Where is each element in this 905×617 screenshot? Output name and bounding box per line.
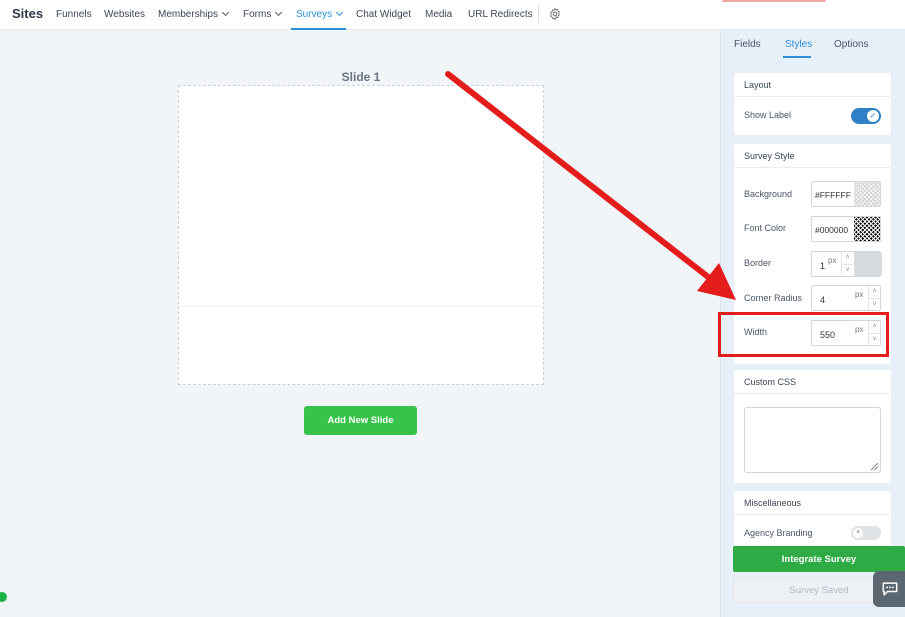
custom-css-heading: Custom CSS (744, 377, 797, 387)
background-color-value: #FFFFFF (815, 190, 851, 200)
border-field[interactable]: 1 px ˄ ˅ (811, 251, 882, 277)
agency-branding-toggle[interactable]: × (851, 526, 881, 540)
show-label-toggle[interactable]: ✓ (851, 108, 881, 124)
slide-divider (179, 306, 543, 307)
add-new-slide-button[interactable]: Add New Slide (304, 406, 417, 435)
check-icon: ✓ (867, 110, 879, 122)
border-value: 1 (820, 261, 826, 271)
nav-forms[interactable]: Forms (243, 8, 283, 20)
chat-icon (882, 582, 898, 596)
miscellaneous-heading: Miscellaneous (744, 498, 802, 508)
border-label: Border (744, 258, 772, 268)
custom-css-card: Custom CSS (734, 370, 891, 483)
chevron-down-icon (336, 8, 344, 17)
background-color-field[interactable]: #FFFFFF (811, 181, 881, 207)
nav-active-underline (291, 28, 346, 30)
nav-media[interactable]: Media (425, 9, 452, 20)
chevron-up-icon[interactable]: ˄ (869, 286, 880, 298)
nav-funnels[interactable]: Funnels (56, 9, 92, 20)
integrate-survey-button[interactable]: Integrate Survey (733, 546, 905, 572)
chevron-down-icon (275, 8, 283, 17)
chevron-down-icon (221, 8, 230, 17)
font-color-label: Font Color (744, 223, 787, 233)
status-dot-icon (0, 592, 7, 602)
width-highlight-box (718, 312, 889, 357)
corner-radius-unit: px (855, 290, 864, 299)
nav-surveys-label: Surveys (296, 9, 333, 20)
corner-radius-field[interactable]: 4 px ˄ ˅ (811, 285, 881, 311)
font-color-value: #000000 (815, 225, 849, 235)
agency-branding-label: Agency Branding (744, 528, 813, 538)
nav-surveys[interactable]: Surveys (296, 8, 344, 20)
close-icon: × (853, 528, 863, 538)
brand-title: Sites (12, 6, 44, 21)
top-nav: Sites Funnels Websites Memberships Forms… (0, 0, 905, 30)
tab-active-underline (783, 56, 811, 58)
border-color-swatch[interactable] (854, 252, 882, 276)
card-divider (734, 167, 891, 168)
chevron-down-icon[interactable]: ˅ (842, 264, 853, 276)
nav-divider (538, 5, 539, 23)
tab-options[interactable]: Options (834, 39, 868, 50)
chevron-up-icon[interactable]: ˄ (842, 252, 853, 264)
nav-chat-widget[interactable]: Chat Widget (356, 9, 411, 20)
slide-title: Slide 1 (341, 70, 381, 84)
slide-canvas[interactable] (178, 85, 544, 385)
nav-websites[interactable]: Websites (104, 9, 145, 20)
card-divider (734, 514, 891, 515)
nav-memberships-label: Memberships (158, 9, 219, 20)
font-color-field[interactable]: #000000 (811, 216, 881, 242)
border-stepper[interactable]: ˄ ˅ (841, 252, 853, 276)
miscellaneous-card: Miscellaneous Agency Branding × (734, 491, 891, 551)
corner-radius-label: Corner Radius (744, 293, 803, 303)
survey-style-heading: Survey Style (744, 151, 795, 161)
chevron-down-icon[interactable]: ˅ (869, 298, 880, 310)
chat-button[interactable] (873, 571, 905, 607)
corner-radius-value: 4 (820, 295, 826, 305)
border-unit: px (828, 256, 837, 265)
nav-url-redirects[interactable]: URL Redirects (468, 9, 533, 20)
top-edge-mark (722, 0, 826, 2)
tab-styles[interactable]: Styles (785, 39, 812, 50)
corner-radius-stepper[interactable]: ˄ ˅ (868, 286, 880, 310)
background-swatch[interactable] (854, 182, 880, 206)
card-divider (734, 96, 891, 97)
custom-css-textarea[interactable] (744, 407, 881, 473)
show-label-label: Show Label (744, 110, 792, 120)
layout-heading: Layout (744, 80, 772, 90)
font-color-swatch[interactable] (854, 217, 880, 241)
layout-card: Layout Show Label ✓ (734, 73, 891, 135)
nav-forms-label: Forms (243, 9, 272, 20)
resize-grip-icon[interactable] (871, 463, 878, 470)
card-divider (734, 393, 891, 394)
nav-memberships[interactable]: Memberships (158, 8, 230, 20)
gear-icon[interactable] (548, 7, 562, 21)
tab-fields[interactable]: Fields (734, 39, 761, 50)
background-label: Background (744, 189, 793, 199)
